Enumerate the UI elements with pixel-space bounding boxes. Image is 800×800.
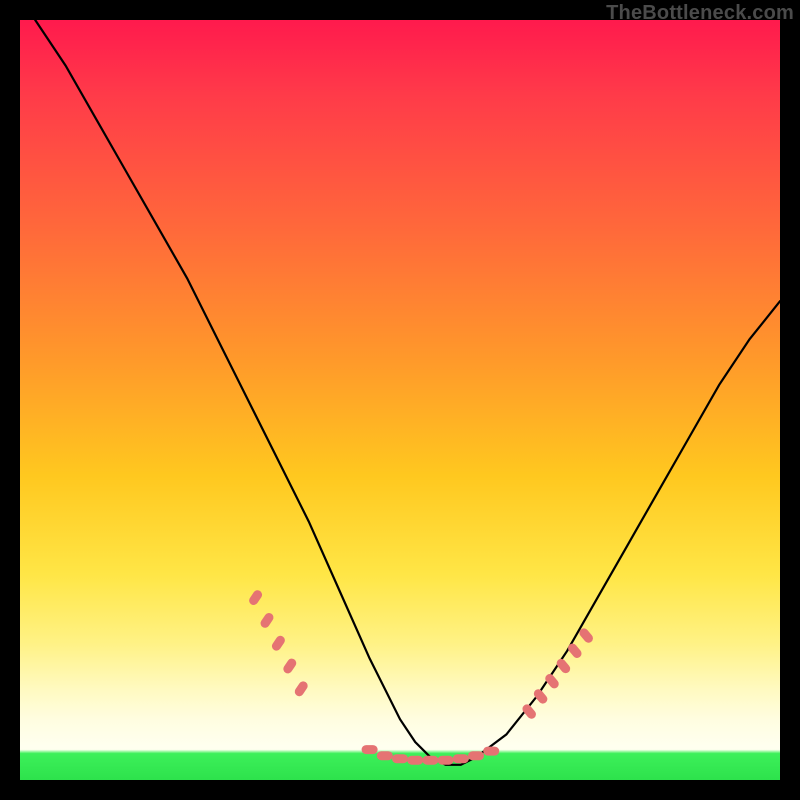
chart-marker [259, 611, 275, 629]
chart-marker [532, 687, 549, 705]
chart-marker [468, 751, 484, 760]
chart-marker [453, 754, 469, 763]
chart-marker [422, 756, 438, 765]
chart-marker [392, 754, 408, 763]
chart-marker [362, 745, 378, 754]
chart-svg [20, 20, 780, 780]
chart-marker [247, 588, 263, 606]
chart-marker [566, 642, 583, 660]
chart-marker [483, 747, 499, 756]
plot-area [20, 20, 780, 780]
chart-line [35, 20, 780, 765]
chart-marker [282, 657, 298, 675]
chart-markers [247, 588, 594, 764]
chart-marker [438, 756, 454, 765]
chart-marker [521, 703, 538, 721]
chart-marker [377, 751, 393, 760]
chart-frame: TheBottleneck.com [0, 0, 800, 800]
chart-marker [407, 756, 423, 765]
chart-marker [270, 634, 286, 652]
chart-marker [293, 680, 309, 698]
